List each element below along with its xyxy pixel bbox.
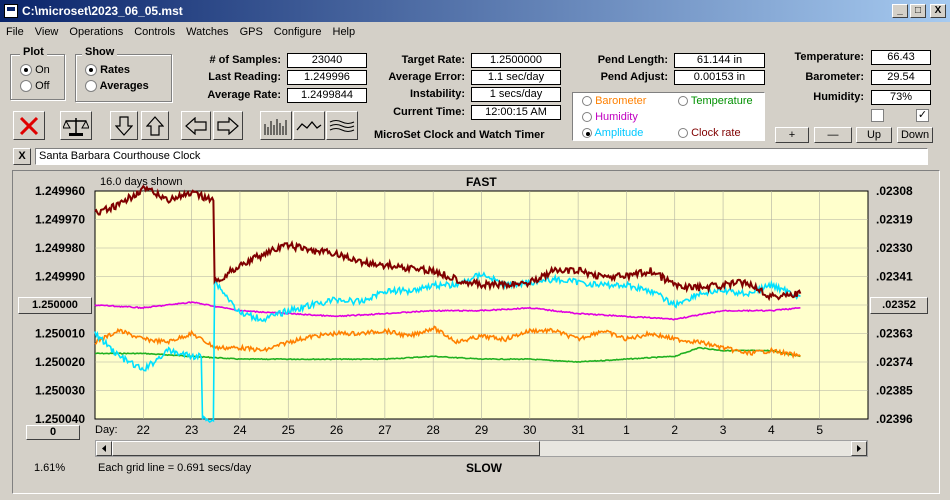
day-tick-label: 1 — [623, 423, 630, 437]
left-tick-label: 1.250030 — [35, 384, 85, 398]
day-axis-label: Day: — [95, 424, 118, 436]
scroll-left-button[interactable] — [96, 441, 112, 456]
day-tick-label: 5 — [816, 423, 823, 437]
left-tick-label: 1.249960 — [35, 184, 85, 198]
right-tick-label: .02330 — [876, 241, 913, 255]
center-rate-button[interactable]: 1.250000 — [18, 297, 92, 314]
right-scale-button[interactable]: .02352 — [870, 297, 928, 314]
percent-readout: 1.61% — [34, 462, 66, 474]
days-shown-label: 16.0 days shown — [100, 176, 183, 188]
right-tick-label: .02341 — [876, 270, 913, 284]
scroll-thumb[interactable] — [112, 441, 540, 456]
day-tick-label: 3 — [720, 423, 727, 437]
scroll-right-icon — [857, 445, 861, 452]
day-tick-label: 2 — [671, 423, 678, 437]
grid-note: Each grid line = 0.691 secs/day — [98, 462, 252, 474]
day-tick-label: 29 — [475, 423, 489, 437]
scroll-right-button[interactable] — [851, 441, 867, 456]
slow-label: SLOW — [466, 461, 502, 475]
day-tick-label: 26 — [330, 423, 344, 437]
left-tick-label: 1.249970 — [35, 213, 85, 227]
left-tick-label: 1.249990 — [35, 270, 85, 284]
right-tick-label: .02363 — [876, 327, 913, 341]
day-tick-label: 27 — [378, 423, 392, 437]
day-tick-label: 25 — [282, 423, 296, 437]
left-tick-label: 1.250010 — [35, 327, 85, 341]
day-tick-label: 23 — [185, 423, 199, 437]
day-tick-label: 28 — [427, 423, 441, 437]
day-tick-label: 22 — [137, 423, 151, 437]
scroll-left-icon — [102, 445, 106, 452]
right-tick-label: .02308 — [876, 184, 913, 198]
day-tick-label: 30 — [523, 423, 537, 437]
day-tick-label: 24 — [233, 423, 247, 437]
right-tick-label: .02319 — [876, 213, 913, 227]
right-tick-label: .02385 — [876, 384, 913, 398]
left-tick-label: 1.249980 — [35, 241, 85, 255]
day-tick-label: 31 — [571, 423, 585, 437]
zero-button[interactable]: 0 — [26, 425, 80, 440]
day-tick-label: 4 — [768, 423, 775, 437]
left-tick-label: 1.250020 — [35, 355, 85, 369]
left-tick-label: 1.250040 — [35, 412, 85, 426]
fast-label: FAST — [466, 175, 497, 189]
rate-chart: 1.249960 .02308 1.249970 .02319 1.249980 .023… — [35, 184, 913, 437]
right-tick-label: .02374 — [876, 355, 913, 369]
chart-scrollbar[interactable] — [95, 440, 868, 457]
right-tick-label: .02396 — [876, 412, 913, 426]
